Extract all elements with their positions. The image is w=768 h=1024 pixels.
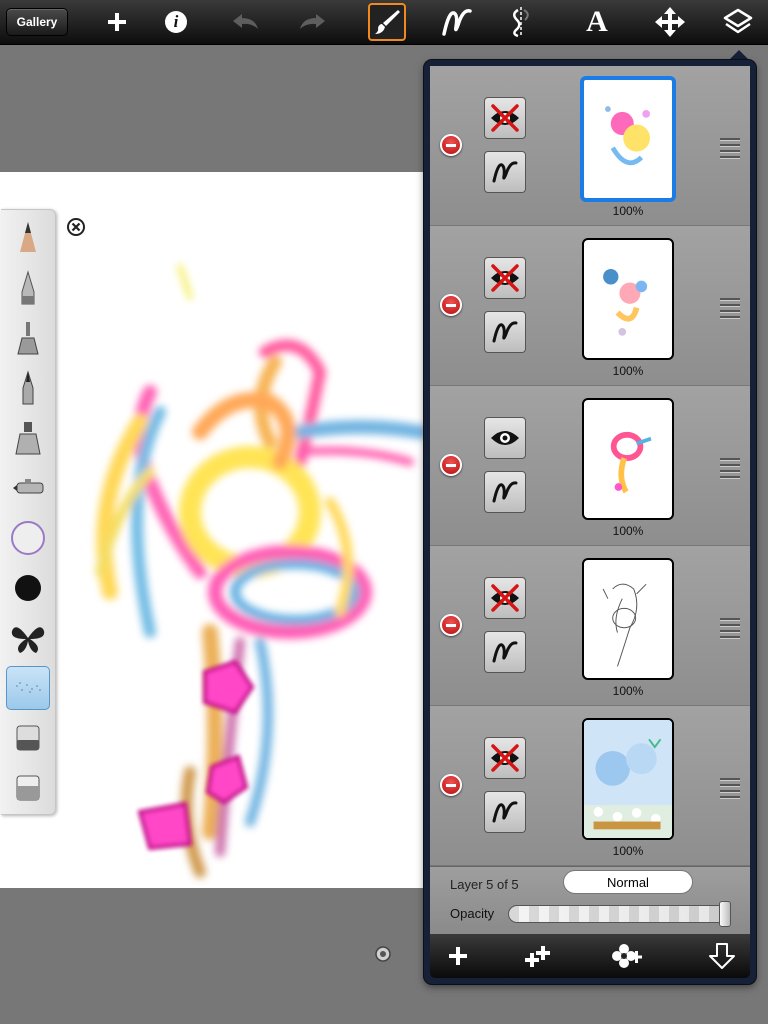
- layer-row[interactable]: 100%: [430, 546, 750, 706]
- delete-layer-icon[interactable]: [440, 614, 462, 636]
- drag-handle-icon[interactable]: [720, 298, 740, 319]
- layers-bottom-bar: [430, 934, 750, 978]
- transform-icon[interactable]: [653, 5, 687, 39]
- gallery-button[interactable]: Gallery: [6, 8, 68, 36]
- blend-mode-icon[interactable]: [484, 631, 526, 673]
- info-icon[interactable]: i: [159, 5, 193, 39]
- drag-handle-icon[interactable]: [720, 778, 740, 799]
- main-toolbar: Gallery i A: [0, 0, 768, 44]
- layer-thumbnail[interactable]: [580, 76, 676, 202]
- soft-eraser-brush[interactable]: [6, 766, 50, 810]
- layer-row[interactable]: 100%: [430, 706, 750, 866]
- fine-pen-brush[interactable]: [6, 366, 50, 410]
- layer-opacity-label: 100%: [612, 844, 644, 858]
- text-icon[interactable]: A: [580, 5, 614, 39]
- blend-mode-icon[interactable]: [484, 151, 526, 193]
- drag-handle-icon[interactable]: [720, 458, 740, 479]
- redo-icon[interactable]: [296, 5, 330, 39]
- drag-handle-icon[interactable]: [720, 138, 740, 159]
- layer-opacity-label: 100%: [612, 364, 644, 378]
- undo-icon[interactable]: [228, 5, 262, 39]
- layer-position-label: Layer 5 of 5: [450, 877, 519, 892]
- opacity-slider-knob[interactable]: [719, 901, 731, 927]
- airbrush-brush[interactable]: [6, 466, 50, 510]
- texture-brush[interactable]: [6, 616, 50, 660]
- delete-layer-icon[interactable]: [440, 454, 462, 476]
- layers-panel: 100% 100% 100% 100% 100% Layer 5 of 5 Normal…: [424, 60, 756, 984]
- brush-palette: [1, 209, 56, 815]
- hidden-eye-icon[interactable]: [484, 577, 526, 619]
- canvas-pan-handle[interactable]: [375, 946, 391, 962]
- layer-row[interactable]: 100%: [430, 226, 750, 386]
- drag-handle-icon[interactable]: [720, 618, 740, 639]
- layer-opacity-label: 100%: [612, 204, 644, 218]
- stroke-icon[interactable]: [440, 5, 474, 39]
- artwork: [95, 264, 427, 878]
- add-icon[interactable]: [100, 5, 134, 39]
- solid-brush[interactable]: [6, 566, 50, 610]
- duplicate-layer-icon[interactable]: [522, 940, 554, 972]
- add-image-layer-icon[interactable]: [612, 940, 644, 972]
- blend-mode-icon[interactable]: [484, 311, 526, 353]
- layer-opacity-label: 100%: [612, 524, 644, 538]
- add-layer-icon[interactable]: [442, 940, 474, 972]
- opacity-slider-fill: [509, 906, 729, 922]
- layer-thumbnail[interactable]: [582, 238, 674, 360]
- delete-layer-icon[interactable]: [440, 774, 462, 796]
- dotted-brush[interactable]: [6, 666, 50, 710]
- felt-marker-brush[interactable]: [6, 416, 50, 460]
- layer-thumbnail[interactable]: [582, 718, 674, 840]
- layer-opacity-label: 100%: [612, 684, 644, 698]
- smudge-brush[interactable]: [6, 516, 50, 560]
- layer-list: 100% 100% 100% 100% 100%: [430, 66, 750, 866]
- pencil-brush[interactable]: [6, 216, 50, 260]
- brush-icon[interactable]: [368, 3, 406, 41]
- hidden-eye-icon[interactable]: [484, 97, 526, 139]
- opacity-label: Opacity: [450, 906, 495, 921]
- layer-thumbnail[interactable]: [582, 558, 674, 680]
- layer-properties: Layer 5 of 5 Normal Opacity: [430, 866, 750, 935]
- layer-thumbnail[interactable]: [582, 398, 674, 520]
- merge-down-icon[interactable]: [706, 940, 738, 972]
- visible-eye-icon[interactable]: [484, 417, 526, 459]
- layers-icon[interactable]: [721, 5, 755, 39]
- drawing-canvas[interactable]: [0, 172, 430, 888]
- eraser-brush[interactable]: [6, 716, 50, 760]
- blend-mode-icon[interactable]: [484, 471, 526, 513]
- ballpoint-pen-brush[interactable]: [6, 266, 50, 310]
- blend-mode-select[interactable]: Normal: [563, 870, 693, 894]
- layer-row[interactable]: 100%: [430, 386, 750, 546]
- delete-layer-icon[interactable]: [440, 134, 462, 156]
- delete-layer-icon[interactable]: [440, 294, 462, 316]
- layer-row[interactable]: 100%: [430, 66, 750, 226]
- hidden-eye-icon[interactable]: [484, 257, 526, 299]
- blend-mode-icon[interactable]: [484, 791, 526, 833]
- symmetry-icon[interactable]: [504, 5, 538, 39]
- marker-brush[interactable]: [6, 316, 50, 360]
- hidden-eye-icon[interactable]: [484, 737, 526, 779]
- opacity-slider[interactable]: [508, 901, 731, 927]
- text-icon-glyph: A: [586, 5, 608, 38]
- info-icon-glyph: i: [173, 12, 179, 31]
- close-palette-icon[interactable]: [66, 217, 86, 237]
